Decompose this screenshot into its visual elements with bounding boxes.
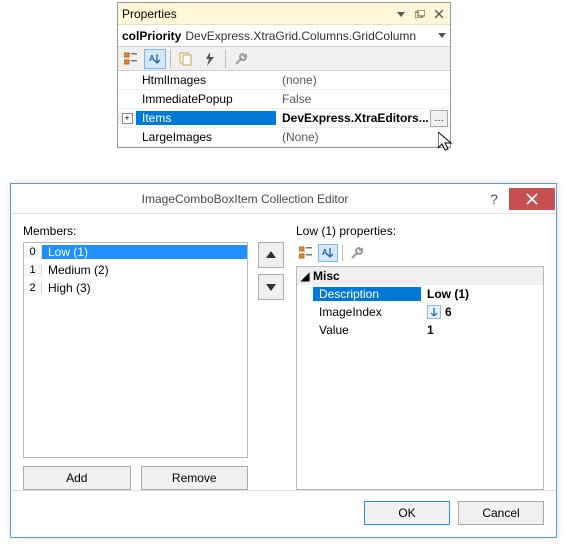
members-listbox[interactable]: 0 Low (1) 1 Medium (2) 2 High (3) [23, 242, 248, 458]
properties-window: Properties colPriority DevExpress.XtraGr… [117, 2, 451, 148]
list-index: 1 [24, 264, 42, 276]
gutter: + [118, 113, 136, 124]
dialog-footer: OK Cancel [11, 490, 556, 535]
collection-editor-dialog: ImageComboBoxItem Collection Editor ? Me… [10, 183, 557, 538]
list-index: 0 [24, 246, 42, 258]
property-value[interactable]: Low (1) [421, 287, 543, 301]
alphabetical-icon[interactable]: A [318, 244, 338, 262]
property-row[interactable]: ImageIndex 6 [297, 303, 543, 321]
property-name: ImmediatePopup [136, 92, 276, 106]
property-value[interactable]: (none) [276, 73, 450, 87]
property-value[interactable]: 1 [421, 323, 543, 337]
members-label: Members: [23, 224, 248, 238]
ok-button[interactable]: OK [364, 501, 450, 525]
add-button[interactable]: Add [23, 466, 131, 490]
object-type: DevExpress.XtraGrid.Columns.GridColumn [185, 29, 434, 43]
property-name: LargeImages [136, 130, 276, 144]
list-text: Medium (2) [42, 263, 247, 277]
properties-title: Properties [122, 7, 389, 21]
property-name: Description [313, 287, 421, 301]
property-value[interactable]: (None) [276, 130, 450, 144]
ellipsis-button[interactable]: … [430, 110, 448, 127]
list-index: 2 [24, 282, 42, 294]
property-value[interactable]: False [276, 92, 450, 106]
toolbar-separator [342, 245, 343, 261]
properties-label: Low (1) properties: [296, 224, 544, 238]
property-name: ImageIndex [313, 305, 421, 319]
dropdown-icon[interactable] [393, 7, 408, 21]
toolbar-separator [225, 50, 226, 68]
categorized-icon[interactable] [296, 244, 316, 262]
members-buttons: Add Remove [23, 466, 248, 490]
alphabetical-icon[interactable]: A [144, 49, 166, 69]
pages-icon[interactable] [175, 49, 197, 69]
list-text: High (3) [42, 281, 247, 295]
list-item[interactable]: 0 Low (1) [24, 243, 247, 261]
object-selector[interactable]: colPriority DevExpress.XtraGrid.Columns.… [118, 25, 450, 47]
dialog-title: ImageComboBoxItem Collection Editor [11, 192, 479, 206]
events-icon[interactable] [199, 49, 221, 69]
property-name: Value [313, 323, 421, 337]
property-name: Items [136, 111, 276, 125]
category-name: Misc [313, 269, 340, 283]
list-text: Low (1) [42, 245, 247, 259]
close-button[interactable] [509, 188, 555, 210]
property-value: DevExpress.XtraEditors... [276, 111, 430, 125]
remove-button[interactable]: Remove [141, 466, 249, 490]
expand-icon[interactable]: + [122, 113, 133, 124]
close-icon[interactable] [431, 7, 446, 21]
categorized-icon[interactable] [120, 49, 142, 69]
cancel-button[interactable]: Cancel [458, 501, 544, 525]
properties-titlebar: Properties [118, 3, 450, 25]
property-row[interactable]: HtmlImages (none) [118, 71, 450, 90]
members-panel: Members: 0 Low (1) 1 Medium (2) 2 High (… [23, 224, 248, 490]
property-row-selected[interactable]: + Items DevExpress.XtraEditors... … [118, 109, 450, 128]
object-name: colPriority [122, 29, 181, 43]
help-icon[interactable]: ? [479, 184, 509, 214]
dialog-titlebar: ImageComboBoxItem Collection Editor ? [11, 184, 556, 214]
property-sheet: ◢ Misc Description Low (1) ImageIndex 6 … [296, 266, 544, 490]
property-row[interactable]: ImmediatePopup False [118, 90, 450, 109]
image-index-icon [427, 305, 441, 319]
list-item[interactable]: 2 High (3) [24, 279, 247, 297]
dialog-body: Members: 0 Low (1) 1 Medium (2) 2 High (… [11, 214, 556, 490]
property-grid: HtmlImages (none) ImmediatePopup False +… [118, 71, 450, 147]
reorder-buttons [258, 224, 286, 490]
properties-toolbar: A [118, 47, 450, 71]
move-up-button[interactable] [258, 242, 284, 268]
svg-text:A: A [149, 54, 155, 63]
move-down-button[interactable] [258, 274, 284, 300]
category-row[interactable]: ◢ Misc [297, 267, 543, 285]
property-name: HtmlImages [136, 73, 276, 87]
collapse-icon[interactable]: ◢ [297, 269, 313, 283]
properties-panel: Low (1) properties: A ◢ Misc Description… [296, 224, 544, 490]
window-restore-icon[interactable] [412, 7, 427, 21]
property-row[interactable]: Value 1 [297, 321, 543, 339]
wrench-icon[interactable] [230, 49, 252, 69]
chevron-down-icon[interactable] [438, 33, 446, 39]
toolbar-separator [170, 50, 171, 68]
mini-toolbar: A [296, 242, 544, 264]
wrench-icon[interactable] [347, 244, 367, 262]
property-row[interactable]: LargeImages (None) [118, 128, 450, 147]
list-item[interactable]: 1 Medium (2) [24, 261, 247, 279]
property-value[interactable]: 6 [421, 305, 543, 320]
svg-text:A: A [322, 248, 328, 257]
property-row-selected[interactable]: Description Low (1) [297, 285, 543, 303]
